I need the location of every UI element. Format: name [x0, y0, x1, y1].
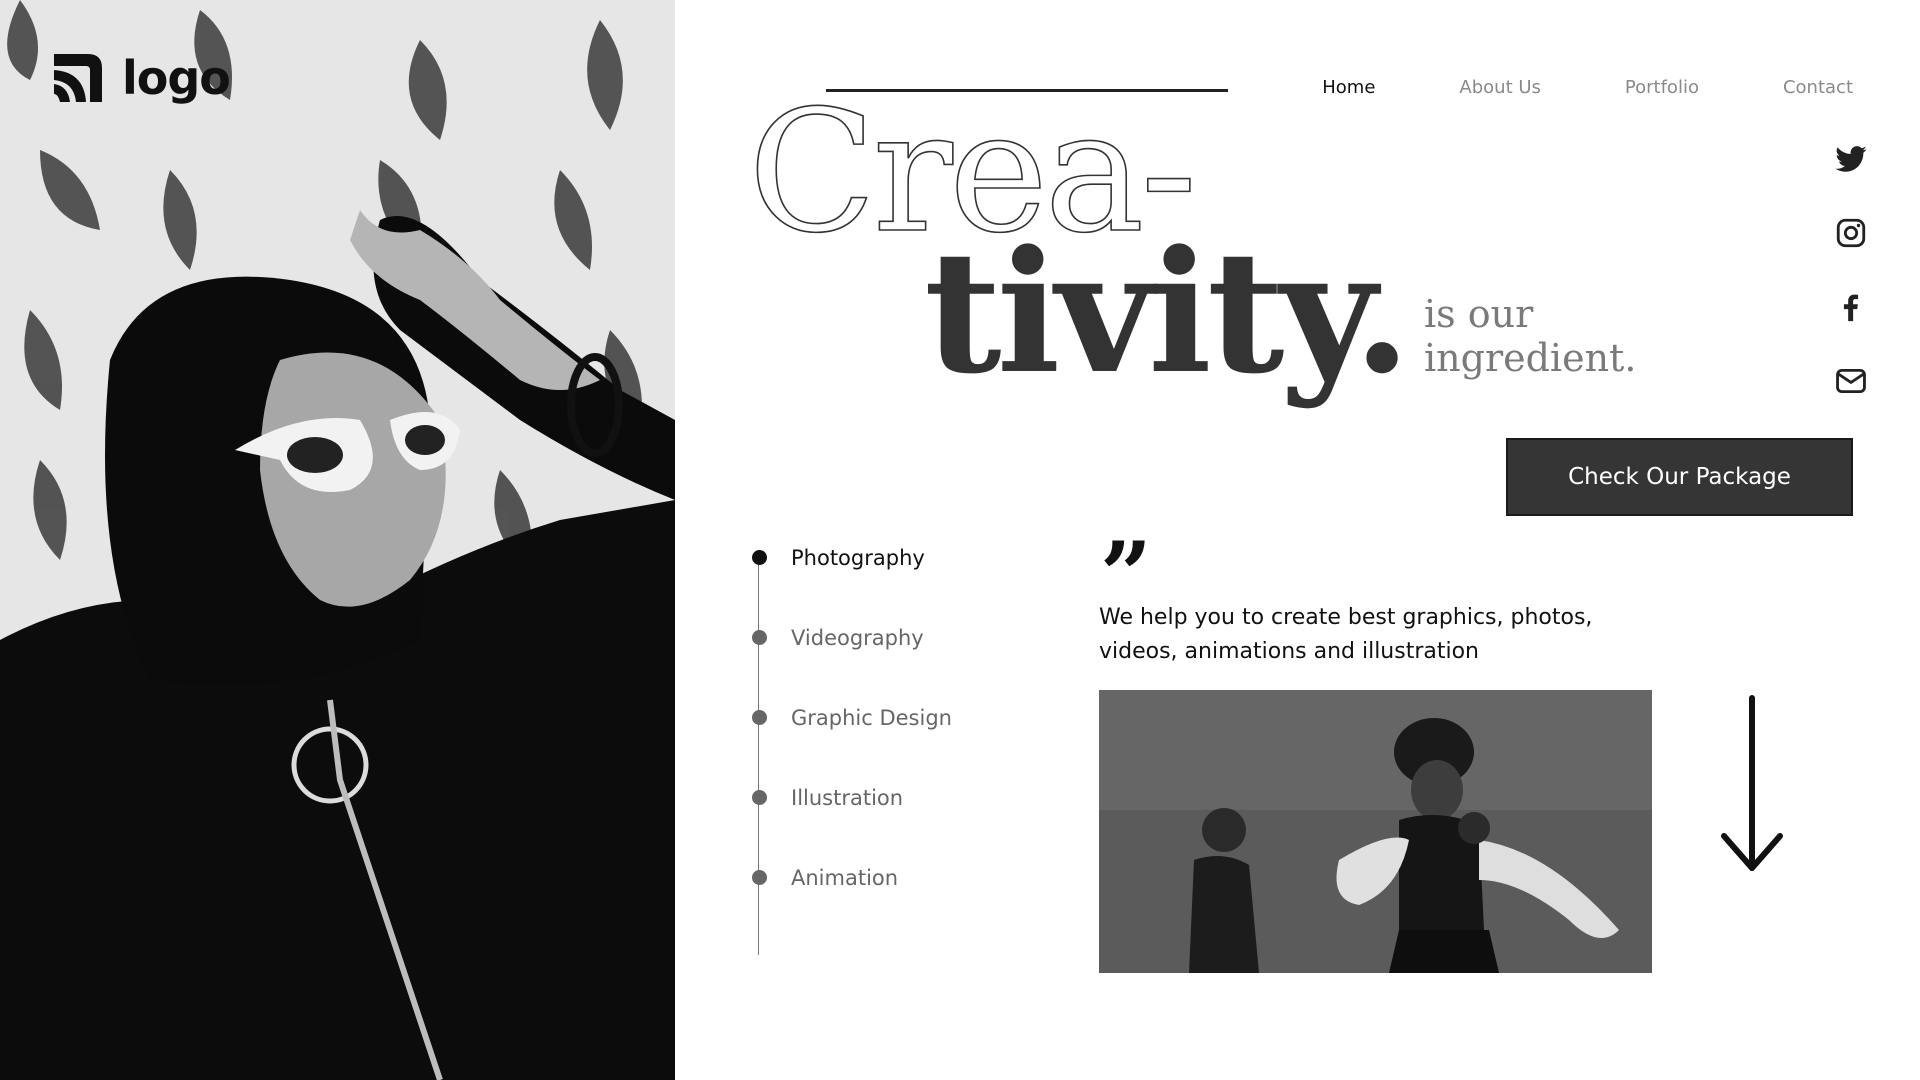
main-nav: Home About Us Portfolio Contact — [1322, 77, 1853, 98]
service-label: Illustration — [791, 786, 904, 810]
check-package-button[interactable]: Check Our Package — [1506, 438, 1853, 516]
hero-photo: logo — [0, 0, 675, 1080]
facebook-icon[interactable] — [1834, 290, 1868, 324]
headline-tagline: is our ingredient. — [1424, 292, 1637, 380]
service-item-illustration[interactable]: Illustration — [752, 780, 952, 860]
instagram-icon[interactable] — [1834, 216, 1868, 250]
service-label: Graphic Design — [791, 706, 952, 730]
headline-line-2: tivity. — [924, 213, 1411, 411]
hero-photo-illustration — [0, 0, 675, 1080]
service-bullet — [752, 790, 767, 805]
nav-item-contact[interactable]: Contact — [1783, 77, 1853, 98]
service-item-videography[interactable]: Videography — [752, 620, 952, 700]
scroll-down-arrow-icon[interactable] — [1718, 694, 1786, 876]
service-bullet — [752, 710, 767, 725]
service-bullet — [752, 630, 767, 645]
service-item-photography[interactable]: Photography — [752, 540, 952, 620]
service-label: Animation — [791, 866, 899, 890]
social-links — [1834, 142, 1868, 398]
service-item-graphic-design[interactable]: Graphic Design — [752, 700, 952, 780]
brand-logo[interactable]: logo — [48, 48, 231, 108]
mail-icon[interactable] — [1834, 364, 1868, 398]
nav-item-home[interactable]: Home — [1322, 77, 1375, 98]
service-bullet — [752, 870, 767, 885]
nav-item-portfolio[interactable]: Portfolio — [1625, 77, 1699, 98]
dancers-photo — [1099, 690, 1652, 973]
service-label: Videography — [791, 626, 924, 650]
logo-mark-icon — [48, 48, 108, 108]
service-label: Photography — [791, 546, 925, 570]
feature-image — [1099, 690, 1652, 973]
service-item-animation[interactable]: Animation — [752, 860, 952, 940]
service-bullet — [752, 550, 767, 565]
quote-text: We help you to create best graphics, pho… — [1099, 605, 1593, 664]
logo-text: logo — [122, 51, 231, 105]
services-list: Photography Videography Graphic Design I… — [752, 540, 952, 955]
twitter-icon[interactable] — [1834, 142, 1868, 176]
nav-item-about-us[interactable]: About Us — [1459, 77, 1541, 98]
